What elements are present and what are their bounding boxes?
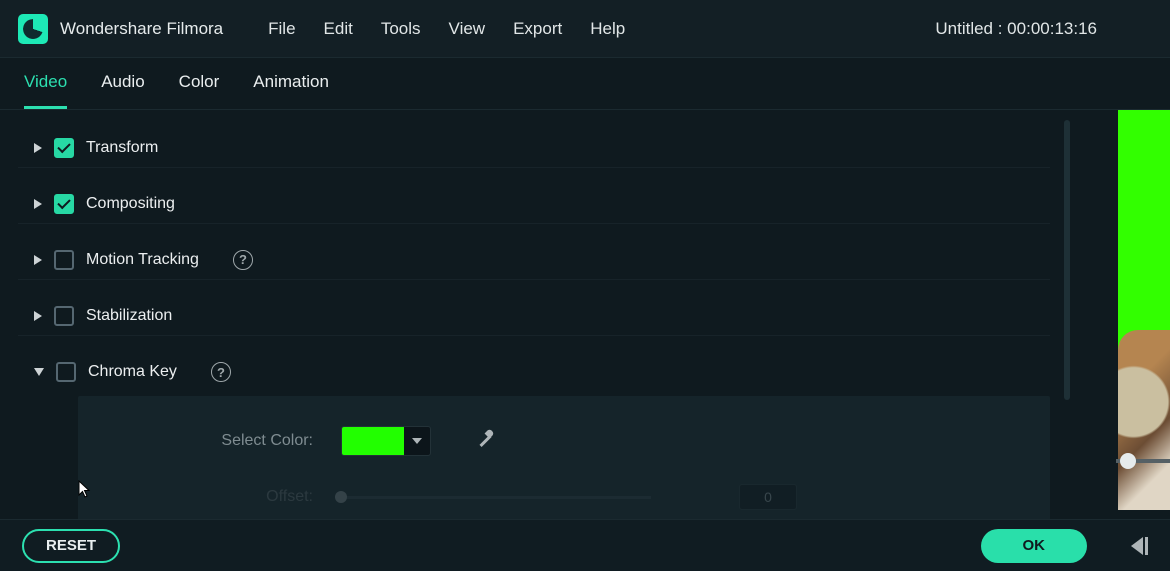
section-chroma-key: Chroma Key ? [18, 352, 1050, 392]
compositing-checkbox[interactable] [54, 194, 74, 214]
offset-value[interactable]: 0 [739, 484, 797, 510]
tab-animation[interactable]: Animation [253, 72, 329, 109]
stabilization-label: Stabilization [86, 307, 172, 325]
reset-button[interactable]: RESET [22, 529, 120, 563]
project-readout: Untitled : 00:00:13:16 [935, 19, 1152, 39]
section-motion-tracking: Motion Tracking ? [18, 240, 1050, 280]
menu-tools[interactable]: Tools [381, 19, 421, 39]
disclosure-triangle-icon[interactable] [34, 255, 42, 265]
help-icon[interactable]: ? [211, 362, 231, 382]
main-area: Transform Compositing Motion Tracking ? … [0, 110, 1170, 519]
bottom-bar: RESET OK [0, 519, 1170, 571]
transform-checkbox[interactable] [54, 138, 74, 158]
disclosure-triangle-icon[interactable] [34, 143, 42, 153]
menu-view[interactable]: View [449, 19, 486, 39]
menu-export[interactable]: Export [513, 19, 562, 39]
chroma-key-checkbox[interactable] [56, 362, 76, 382]
motion-tracking-label: Motion Tracking [86, 251, 199, 269]
tab-audio[interactable]: Audio [101, 72, 144, 109]
menu-edit[interactable]: Edit [324, 19, 353, 39]
preview-thumbnail [1118, 110, 1170, 510]
stabilization-checkbox[interactable] [54, 306, 74, 326]
motion-tracking-checkbox[interactable] [54, 250, 74, 270]
menu-items: File Edit Tools View Export Help [268, 19, 625, 39]
color-swatch[interactable] [342, 427, 404, 455]
select-color-row: Select Color: [208, 426, 1010, 456]
disclosure-triangle-icon[interactable] [34, 199, 42, 209]
settings-column: Transform Compositing Motion Tracking ? … [0, 110, 1110, 519]
section-stabilization: Stabilization [18, 296, 1050, 336]
offset-slider-knob[interactable] [335, 491, 347, 503]
disclosure-triangle-icon[interactable] [34, 311, 42, 321]
eyedropper-icon[interactable] [475, 431, 495, 451]
compositing-label: Compositing [86, 195, 175, 213]
app-title: Wondershare Filmora [60, 19, 223, 39]
panel-tabs: Video Audio Color Animation [0, 58, 1170, 110]
offset-label: Offset: [208, 488, 313, 506]
section-transform: Transform [18, 128, 1050, 168]
preview-slider-knob[interactable] [1120, 453, 1136, 469]
chevron-down-icon[interactable] [404, 427, 430, 455]
settings-scrollbar[interactable] [1064, 120, 1070, 400]
tab-color[interactable]: Color [179, 72, 220, 109]
chroma-key-panel: Select Color: Offset: 0 [78, 396, 1050, 519]
preview-slider[interactable] [1116, 459, 1170, 463]
preview-column [1110, 110, 1170, 519]
help-icon[interactable]: ? [233, 250, 253, 270]
select-color-label: Select Color: [208, 432, 313, 450]
frame-step-back-icon[interactable] [1131, 537, 1148, 555]
offset-slider[interactable] [341, 496, 651, 499]
offset-row: Offset: 0 [208, 484, 1010, 510]
app-logo [18, 14, 48, 44]
menubar: Wondershare Filmora File Edit Tools View… [0, 0, 1170, 58]
section-compositing: Compositing [18, 184, 1050, 224]
chroma-key-label: Chroma Key [88, 363, 177, 381]
transform-label: Transform [86, 139, 158, 157]
color-well [341, 426, 431, 456]
disclosure-triangle-icon[interactable] [34, 368, 44, 376]
menu-help[interactable]: Help [590, 19, 625, 39]
menu-file[interactable]: File [268, 19, 295, 39]
ok-button[interactable]: OK [981, 529, 1088, 563]
tab-video[interactable]: Video [24, 72, 67, 109]
